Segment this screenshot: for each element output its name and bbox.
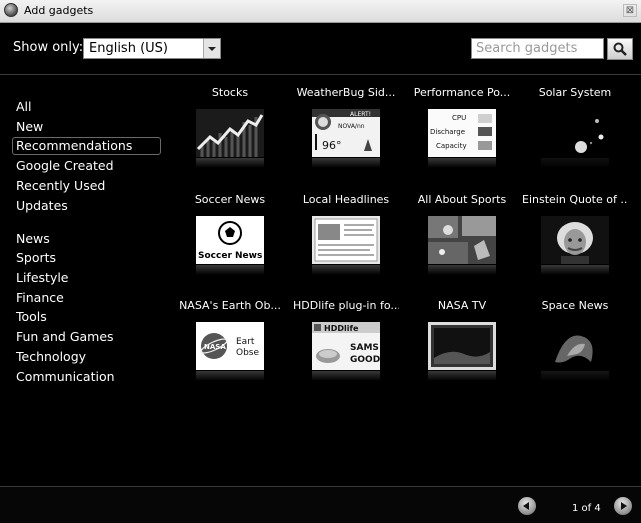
gadget-stocks[interactable]: Stocks (177, 86, 283, 176)
gadget-all-about-sports[interactable]: All About Sports (409, 193, 515, 283)
category-lifestyle[interactable]: Lifestyle (16, 270, 69, 285)
thumbnail-reflection (541, 371, 609, 381)
thumbnail-reflection (312, 371, 380, 381)
thumbnail-reflection (541, 265, 609, 275)
nasa-logo-icon: NASA Eart Obse (196, 322, 264, 370)
gadget-title: All About Sports (417, 193, 507, 206)
nasa-logo-text: NASA (204, 343, 226, 351)
language-select-value: English (US) (89, 41, 168, 56)
close-icon[interactable]: ⊠ (623, 4, 637, 17)
soccer-ball-icon: Soccer News (196, 216, 264, 264)
gadget-app-icon (4, 3, 18, 17)
thumbnail-reflection (196, 158, 264, 168)
chevron-down-icon[interactable] (203, 39, 220, 58)
language-select[interactable]: English (US) (83, 38, 221, 59)
category-recommendations[interactable]: Recommendations (12, 137, 161, 155)
nebula-icon (541, 322, 609, 370)
gadget-solar-system[interactable]: Solar System (522, 86, 628, 176)
gadget-title: Space News (541, 299, 609, 312)
category-google-created[interactable]: Google Created (16, 158, 114, 173)
nasa-thumb-line1: Eart (236, 337, 255, 347)
hddlife-header-text: HDDlife (324, 324, 359, 333)
weather-icon: ALERT! NOVA/nn 96° (312, 109, 380, 157)
gadget-title: HDDlife plug-in fo... (293, 299, 399, 312)
category-communication[interactable]: Communication (16, 369, 115, 384)
thumbnail-reflection (541, 158, 609, 168)
search-button[interactable] (607, 38, 633, 60)
soccer-thumb-text: Soccer News (198, 251, 262, 261)
footer-bar (0, 487, 641, 523)
gadget-nasa-tv[interactable]: NASA TV (409, 299, 515, 389)
weather-temp-text: 96° (322, 139, 342, 152)
gadget-title: Soccer News (194, 193, 266, 206)
gadget-space-news[interactable]: Space News (522, 299, 628, 389)
gadget-title: NASA TV (437, 299, 487, 312)
thumbnail-reflection (312, 265, 380, 275)
gadget-title: Performance Po... (413, 86, 511, 99)
performance-meter-icon: CPU Discharge Capacity (428, 109, 496, 157)
perf-row-cpu: CPU (452, 114, 466, 122)
hddlife-line2: GOOD (350, 355, 380, 365)
category-finance[interactable]: Finance (16, 290, 64, 305)
filter-label: Show only: (13, 40, 84, 55)
title-bar: Add gadgets ⊠ (0, 0, 641, 23)
portrait-icon (541, 216, 609, 264)
thumbnail-reflection (428, 265, 496, 275)
gadget-title: Stocks (211, 86, 249, 99)
page-indicator: 1 of 4 (572, 503, 601, 514)
category-updates[interactable]: Updates (16, 198, 68, 213)
gadget-title: NASA's Earth Ob... (179, 299, 281, 312)
category-recently-used[interactable]: Recently Used (16, 178, 105, 193)
header-divider (0, 74, 641, 75)
thumbnail-reflection (428, 371, 496, 381)
weather-location-text: NOVA/nn (338, 123, 365, 130)
sports-photo-icon (428, 216, 496, 264)
gadget-hddlife[interactable]: HDDlife plug-in fo... HDDlife SAMS GOOD (293, 299, 399, 389)
planets-icon (541, 109, 609, 157)
gadget-soccer-news[interactable]: Soccer News Soccer News (177, 193, 283, 283)
gadget-nasa-earth[interactable]: NASA's Earth Ob... NASA Eart Obse (177, 299, 283, 389)
stocks-chart-icon (196, 109, 264, 157)
search-icon (613, 42, 627, 56)
thumbnail-reflection (196, 371, 264, 381)
nasa-thumb-line2: Obse (236, 348, 259, 358)
gadget-title: WeatherBug Sid... (296, 86, 396, 99)
gadget-weatherbug[interactable]: WeatherBug Sid... ALERT! NOVA/nn 96° (293, 86, 399, 176)
perf-row-capacity: Capacity (436, 142, 467, 150)
tv-screen-icon (428, 322, 496, 370)
category-news[interactable]: News (16, 231, 50, 246)
perf-row-discharge: Discharge (430, 128, 465, 136)
category-technology[interactable]: Technology (16, 349, 86, 364)
category-sports[interactable]: Sports (16, 250, 56, 265)
hddlife-line1: SAMS (350, 343, 379, 353)
hard-drive-icon: HDDlife SAMS GOOD (312, 322, 380, 370)
gadget-title: Local Headlines (302, 193, 390, 206)
category-fun-and-games[interactable]: Fun and Games (16, 329, 114, 344)
newspaper-icon (312, 216, 380, 264)
category-new[interactable]: New (16, 119, 43, 134)
gadget-local-headlines[interactable]: Local Headlines (293, 193, 399, 283)
search-input[interactable] (471, 38, 604, 59)
next-page-button[interactable] (614, 497, 632, 515)
gadget-title: Einstein Quote of ... (522, 193, 628, 206)
weather-alert-text: ALERT! (350, 111, 371, 118)
window-title: Add gadgets (24, 4, 94, 17)
gadget-title: Solar System (538, 86, 612, 99)
thumbnail-reflection (312, 158, 380, 168)
previous-page-button[interactable] (518, 497, 536, 515)
thumbnail-reflection (428, 158, 496, 168)
gadget-einstein-quote[interactable]: Einstein Quote of ... (522, 193, 628, 283)
category-tools[interactable]: Tools (16, 309, 47, 324)
category-all[interactable]: All (16, 99, 32, 114)
gadget-performance[interactable]: Performance Po... CPU Discharge Capacity (409, 86, 515, 176)
thumbnail-reflection (196, 265, 264, 275)
